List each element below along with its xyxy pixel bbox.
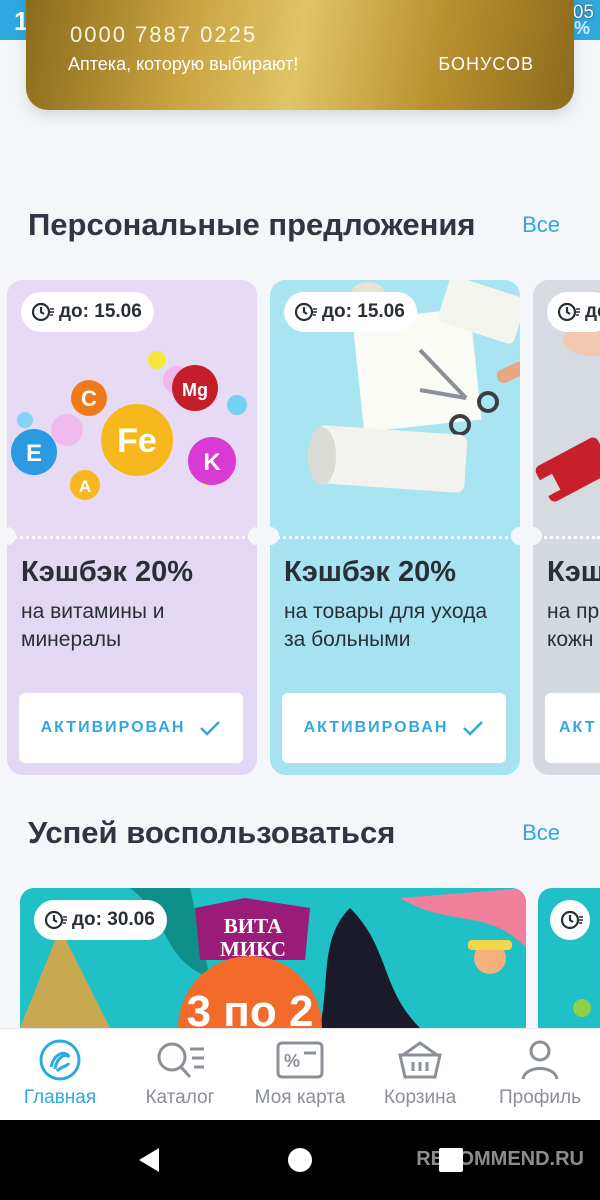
offer-card[interactable]: до: 15.06 Кэшбэк 20% на товары для ухода… bbox=[270, 280, 520, 775]
clock-icon bbox=[560, 910, 583, 930]
ticket-notch bbox=[248, 527, 257, 545]
svg-text:Fe: Fe bbox=[117, 422, 157, 460]
svg-text:Mg: Mg bbox=[182, 380, 208, 400]
check-icon bbox=[200, 721, 221, 736]
svg-text:E: E bbox=[26, 440, 42, 467]
card-number: 0000 7887 0225 bbox=[70, 22, 258, 47]
activated-button[interactable]: АКТИВИРОВАН bbox=[19, 693, 243, 763]
promo-brand-line1: ВИТА bbox=[224, 914, 283, 938]
deadline-badge: до bbox=[547, 292, 600, 332]
personal-offers-all-link[interactable]: Все bbox=[522, 212, 560, 238]
nav-catalog-label: Каталог bbox=[145, 1087, 215, 1108]
nav-my-card[interactable]: % Моя карта bbox=[240, 1037, 360, 1109]
svg-text:C: C bbox=[81, 386, 97, 411]
nav-cart-label: Корзина bbox=[383, 1087, 457, 1108]
loyalty-card[interactable]: 0000 7887 0225 Аптека, которую выбирают!… bbox=[26, 0, 574, 110]
nav-profile-label: Профиль bbox=[498, 1087, 582, 1108]
nav-catalog[interactable]: Каталог bbox=[120, 1037, 240, 1109]
nav-my-card-label: Моя карта bbox=[254, 1087, 346, 1108]
home-logo-icon bbox=[39, 1039, 81, 1081]
section-title-hurry: Успей воспользоваться bbox=[28, 815, 396, 850]
clock-icon bbox=[44, 910, 67, 930]
svg-text:%: % bbox=[284, 1051, 300, 1071]
perforation-divider bbox=[7, 536, 257, 539]
offer-description: на товары для ухода за больными bbox=[284, 600, 488, 651]
nav-home-label: Главная bbox=[23, 1087, 97, 1108]
promo-banner[interactable]: ВИТА МИКС 3 по 2 до: 30.06 bbox=[20, 888, 526, 1028]
nav-cart[interactable]: Корзина bbox=[360, 1037, 480, 1109]
nav-profile[interactable]: Профиль bbox=[480, 1037, 600, 1109]
system-navigation-bar: RECOMMEND.RU bbox=[0, 1120, 600, 1200]
perforation-divider bbox=[270, 536, 520, 539]
offer-description: на витамины и минералы bbox=[21, 600, 165, 651]
deadline-badge: до: 30.06 bbox=[34, 900, 167, 940]
activated-button[interactable]: АКТ bbox=[545, 693, 600, 763]
svg-text:A: A bbox=[79, 477, 91, 496]
clock-icon bbox=[31, 302, 54, 322]
deadline-text: до: 30.06 bbox=[72, 909, 155, 930]
clock-icon bbox=[557, 302, 580, 322]
deadline-text: до: 15.06 bbox=[322, 301, 405, 322]
promo-offer: 3 по 2 bbox=[187, 987, 314, 1028]
card-bonus-label: БОНУСОВ bbox=[438, 54, 534, 74]
bottom-navigation: Главная Каталог % Моя карта Корзина Проф… bbox=[0, 1028, 600, 1120]
offer-description: на пр кожн bbox=[547, 600, 600, 651]
hurry-all-link[interactable]: Все bbox=[522, 820, 560, 846]
basket-icon bbox=[398, 1041, 442, 1079]
profile-icon bbox=[521, 1040, 559, 1080]
home-icon[interactable] bbox=[287, 1147, 313, 1173]
activated-button-label: АКТИВИРОВАН bbox=[303, 719, 449, 736]
card-slogan: Аптека, которую выбирают! bbox=[68, 54, 299, 74]
offer-card[interactable]: C Mg Fe E K A до: 15.06 Кэшбэк 20% на ви… bbox=[7, 280, 257, 775]
offer-card[interactable]: до Кэш на пр кожн АКТ bbox=[533, 280, 600, 775]
nav-home[interactable]: Главная bbox=[0, 1037, 120, 1109]
activated-button[interactable]: АКТИВИРОВАН bbox=[282, 693, 506, 763]
deadline-badge: до: 15.06 bbox=[284, 292, 417, 332]
promo-banner[interactable] bbox=[538, 888, 600, 1028]
offer-title: Кэшбэк 20% bbox=[284, 556, 457, 588]
check-icon bbox=[463, 721, 484, 736]
watermark: RECOMMEND.RU bbox=[416, 1148, 584, 1170]
back-icon[interactable] bbox=[135, 1146, 163, 1174]
offer-title: Кэшбэк 20% bbox=[21, 556, 194, 588]
offer-title: Кэш bbox=[547, 556, 600, 588]
deadline-text: до: 15.06 bbox=[59, 301, 142, 322]
section-title-personal-offers: Персональные предложения bbox=[28, 207, 476, 242]
activated-button-label: АКТИВИРОВАН bbox=[40, 719, 186, 736]
discount-card-icon: % bbox=[276, 1041, 324, 1079]
perforation-divider bbox=[533, 536, 600, 539]
clock-icon bbox=[294, 302, 317, 322]
deadline-badge bbox=[550, 900, 590, 940]
activated-button-label: АКТ bbox=[559, 719, 597, 736]
ticket-notch bbox=[511, 527, 520, 545]
deadline-badge: до: 15.06 bbox=[21, 292, 154, 332]
catalog-search-icon bbox=[157, 1042, 204, 1079]
svg-text:K: K bbox=[203, 449, 221, 476]
deadline-text: до bbox=[585, 301, 600, 322]
